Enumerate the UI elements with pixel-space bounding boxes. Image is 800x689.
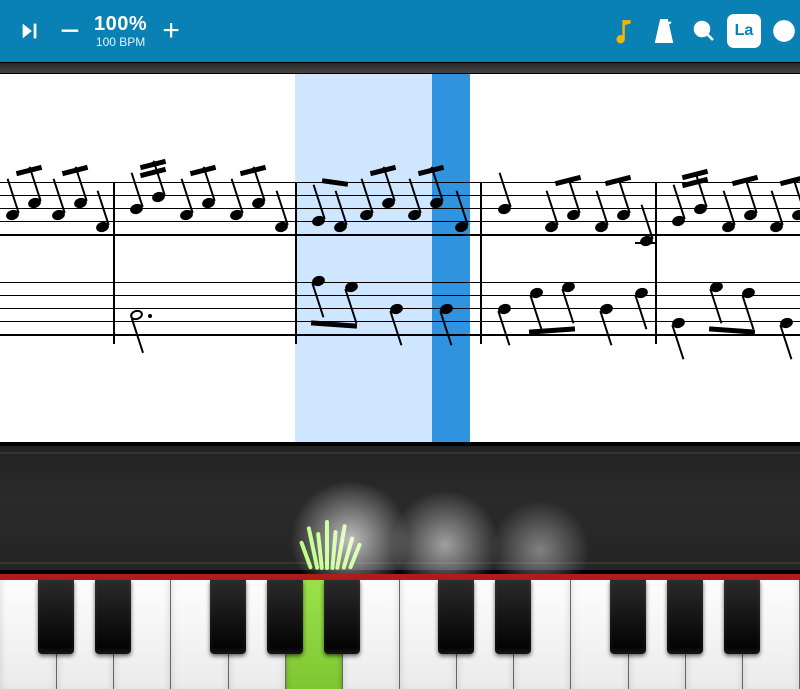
- tempo-decrease-button[interactable]: −: [50, 11, 90, 51]
- toolbar-rail: [0, 62, 800, 74]
- black-key[interactable]: [210, 580, 246, 654]
- black-key[interactable]: [267, 580, 303, 654]
- barline: [113, 182, 115, 344]
- beat-cursor: [432, 74, 470, 442]
- note: [639, 234, 654, 248]
- note-icon[interactable]: [604, 11, 644, 51]
- barline: [655, 182, 657, 344]
- tempo-display[interactable]: 100% 100 BPM: [94, 14, 147, 48]
- black-key[interactable]: [38, 580, 74, 654]
- toolbar: − 100% 100 BPM + La: [0, 0, 800, 62]
- note-dot: [148, 314, 152, 318]
- black-key[interactable]: [438, 580, 474, 654]
- piano-keys: [0, 580, 800, 689]
- search-icon[interactable]: [684, 11, 724, 51]
- black-key[interactable]: [610, 580, 646, 654]
- black-key[interactable]: [495, 580, 531, 654]
- black-key[interactable]: [724, 580, 760, 654]
- key-spark-effect: [302, 518, 358, 570]
- skip-next-button[interactable]: [10, 11, 50, 51]
- black-key[interactable]: [95, 580, 131, 654]
- tempo-increase-button[interactable]: +: [151, 11, 191, 51]
- barline: [480, 182, 482, 344]
- tempo-bpm: 100 BPM: [96, 36, 145, 48]
- notation-label: La: [727, 14, 761, 48]
- tempo-percent: 100%: [94, 14, 147, 34]
- notation-toggle-button[interactable]: La: [724, 11, 764, 51]
- location-icon[interactable]: [764, 11, 800, 51]
- black-key[interactable]: [667, 580, 703, 654]
- black-key[interactable]: [324, 580, 360, 654]
- score-area[interactable]: [0, 74, 800, 442]
- piano-keyboard[interactable]: [0, 574, 800, 689]
- falling-notes-area: [0, 442, 800, 574]
- barline: [295, 182, 297, 344]
- metronome-icon[interactable]: [644, 11, 684, 51]
